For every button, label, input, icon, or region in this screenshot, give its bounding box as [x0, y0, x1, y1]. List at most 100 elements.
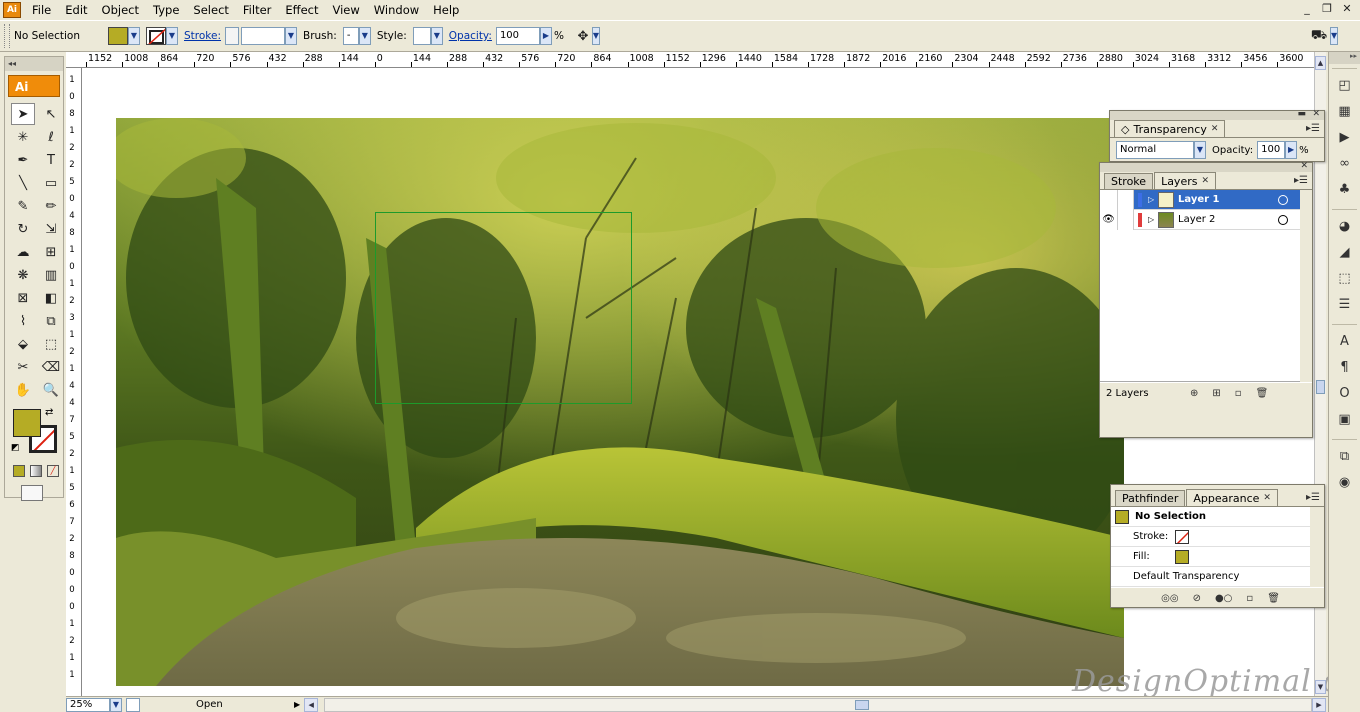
menu-object[interactable]: Object: [95, 0, 146, 20]
layer-target-icon[interactable]: [1278, 214, 1288, 225]
blend-mode-dropdown[interactable]: ▼: [1194, 141, 1206, 159]
navigator-icon[interactable]: ◰: [1333, 73, 1357, 97]
screen-mode-icon[interactable]: [21, 485, 43, 501]
minimize-button[interactable]: _: [1298, 2, 1316, 17]
layers-panel-menu-icon[interactable]: ▸☰: [1294, 175, 1308, 186]
menu-effect[interactable]: Effect: [278, 0, 325, 20]
zoom-dropdown[interactable]: ▼: [110, 697, 122, 712]
scale-tool-icon[interactable]: ⇲: [39, 218, 63, 240]
stroke-weight-field[interactable]: [241, 27, 285, 45]
gradient-icon[interactable]: ◢: [1333, 240, 1357, 264]
hand-tool-icon[interactable]: ✋: [11, 379, 35, 401]
layer-name[interactable]: Layer 2: [1178, 214, 1278, 225]
opacity-field[interactable]: 100: [495, 27, 540, 45]
layer-row-1[interactable]: ▷ Layer 1: [1100, 189, 1300, 210]
free-transform-tool-icon[interactable]: ⊞: [39, 241, 63, 263]
actions-icon[interactable]: ▶: [1333, 125, 1357, 149]
fill-dropdown-arrow[interactable]: ▼: [128, 27, 140, 45]
lock-toggle[interactable]: [1118, 209, 1134, 230]
menu-help[interactable]: Help: [426, 0, 466, 20]
direct-selection-tool-icon[interactable]: ↖: [39, 103, 63, 125]
paintbrush-tool-icon[interactable]: ✎: [11, 195, 35, 217]
visibility-toggle[interactable]: [1100, 189, 1118, 210]
tab-layers[interactable]: Layers ✕: [1154, 172, 1217, 189]
stroke-weight-dropdown[interactable]: ▼: [285, 27, 297, 45]
panel-menu-icon[interactable]: ▸☰: [1306, 123, 1320, 134]
pathfinder-icon[interactable]: ⧉: [1333, 444, 1357, 468]
scroll-up-button[interactable]: ▲: [1315, 56, 1326, 70]
swatches-icon[interactable]: ▦: [1333, 99, 1357, 123]
layers-titlebar[interactable]: ✕: [1100, 161, 1312, 172]
character-icon[interactable]: A: [1333, 329, 1357, 353]
tab-appearance[interactable]: Appearance ✕: [1186, 489, 1278, 506]
transparency-minimize-icon[interactable]: ▬: [1297, 109, 1306, 119]
line-tool-icon[interactable]: ╲: [11, 172, 35, 194]
eraser-tool-icon[interactable]: ⌫: [39, 356, 63, 378]
appearance-stroke-row[interactable]: Stroke:: [1111, 527, 1310, 547]
control-bar-grip[interactable]: [4, 24, 10, 48]
menu-type[interactable]: Type: [146, 0, 186, 20]
style-dropdown[interactable]: ▼: [430, 27, 443, 45]
color-guide-icon[interactable]: ◕: [1333, 214, 1357, 238]
menu-view[interactable]: View: [326, 0, 367, 20]
menu-select[interactable]: Select: [186, 0, 235, 20]
lasso-tool-icon[interactable]: ℓ: [39, 126, 63, 148]
new-sublayer-icon[interactable]: ⊞: [1212, 388, 1220, 399]
expand-triangle-icon[interactable]: ▷: [1148, 195, 1158, 204]
menu-filter[interactable]: Filter: [236, 0, 278, 20]
symbols-icon[interactable]: ♣: [1333, 177, 1357, 201]
stroke-weight-stepper[interactable]: [225, 27, 239, 45]
tab-pathfinder[interactable]: Pathfinder: [1115, 490, 1186, 506]
tab-appearance-close-icon[interactable]: ✕: [1263, 491, 1271, 506]
transparency-titlebar[interactable]: ▬ ✕: [1110, 109, 1324, 120]
menu-edit[interactable]: Edit: [58, 0, 94, 20]
tab-transparency[interactable]: ◇ Transparency ✕: [1114, 120, 1226, 137]
duplicate-item-icon[interactable]: ▫: [1246, 593, 1253, 604]
style-field[interactable]: [412, 27, 431, 45]
horizontal-scrollbar[interactable]: [324, 697, 1312, 712]
recolor-icon[interactable]: ✥: [574, 27, 592, 45]
eyedropper-tool-icon[interactable]: ⌇: [11, 310, 35, 332]
recolor-dropdown[interactable]: ▼: [591, 27, 600, 45]
make-clipping-mask-icon[interactable]: ⊕: [1190, 388, 1198, 399]
reduce-basic-icon[interactable]: ●○: [1215, 593, 1232, 604]
transform-icon[interactable]: ⬚: [1333, 266, 1357, 290]
layer-name[interactable]: Layer 1: [1178, 194, 1278, 205]
no-stroke-swatch-icon[interactable]: [1175, 529, 1189, 544]
symbol-sprayer-tool-icon[interactable]: ❋: [11, 264, 35, 286]
status-icon[interactable]: [126, 697, 140, 712]
zoom-tool-icon[interactable]: 🔍: [39, 379, 63, 401]
layers-close-icon[interactable]: ✕: [1300, 161, 1308, 171]
fill-swatch-icon[interactable]: [1175, 549, 1189, 564]
graph-tool-icon[interactable]: ▥: [39, 264, 63, 286]
eye-icon[interactable]: 👁: [1100, 209, 1118, 230]
stroke-label-link[interactable]: Stroke:: [184, 30, 221, 42]
transparency-opacity-arrow[interactable]: ▶: [1285, 141, 1298, 159]
live-paint-selection-icon[interactable]: ⬚: [39, 333, 63, 355]
fill-color-swatch[interactable]: [108, 27, 128, 45]
layer-target-icon[interactable]: [1278, 194, 1288, 205]
expand-triangle-icon[interactable]: ▷: [1148, 215, 1158, 224]
lock-toggle[interactable]: [1118, 189, 1134, 210]
gradient-tool-icon[interactable]: ◧: [39, 287, 63, 309]
vertical-scroll-thumb[interactable]: [1316, 380, 1325, 394]
fill-swatch[interactable]: [13, 409, 41, 437]
tab-stroke[interactable]: Stroke: [1104, 173, 1154, 189]
close-button[interactable]: ✕: [1338, 2, 1356, 17]
warp-tool-icon[interactable]: ☁: [11, 241, 35, 263]
align-icon[interactable]: ☰: [1333, 292, 1357, 316]
new-layer-icon[interactable]: ▫: [1235, 388, 1242, 399]
pen-tool-icon[interactable]: ✒: [11, 149, 35, 171]
scroll-down-button[interactable]: ▼: [1315, 680, 1326, 694]
appearance-panel-menu-icon[interactable]: ▸☰: [1306, 492, 1320, 503]
pencil-tool-icon[interactable]: ✏: [39, 195, 63, 217]
selection-tool-icon[interactable]: ➤: [11, 103, 35, 125]
tools-panel-header[interactable]: ◂◂: [5, 57, 63, 71]
opacity-arrow[interactable]: ▶: [539, 27, 552, 45]
brush-field[interactable]: -: [342, 27, 359, 45]
none-mode-icon[interactable]: ╱: [47, 465, 59, 477]
menu-file[interactable]: File: [25, 0, 58, 20]
bridge-icon[interactable]: ⛟: [1308, 25, 1330, 47]
menu-window[interactable]: Window: [367, 0, 426, 20]
delete-layer-icon[interactable]: 🗑: [1256, 388, 1269, 399]
